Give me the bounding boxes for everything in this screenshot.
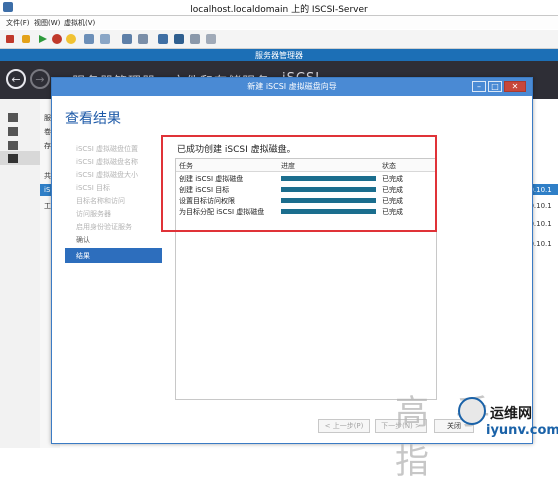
previous-button[interactable]: < 上一步(P)	[318, 419, 370, 433]
snapshot-icon[interactable]	[84, 34, 94, 44]
server-manager-title: 服务器管理器	[255, 51, 303, 60]
site-logo-icon	[458, 397, 486, 425]
site-name: 运维网	[490, 406, 532, 422]
maximize-button[interactable]: □	[488, 81, 502, 92]
subnav-work-folders[interactable]: 工	[44, 201, 51, 211]
clone-icon[interactable]	[138, 34, 148, 44]
step-target-name: 目标名称和访问	[76, 197, 125, 205]
wizard-title: 新建 iSCSI 虚拟磁盘向导	[247, 82, 337, 91]
menu-vm[interactable]: 虚拟机(V)	[64, 18, 95, 28]
site-url: iyunv.com	[486, 423, 558, 438]
play-icon[interactable]	[38, 34, 48, 44]
subnav-volumes[interactable]: 卷	[44, 127, 51, 137]
send-keys-icon[interactable]	[158, 34, 168, 44]
local-server-icon[interactable]	[8, 127, 18, 136]
forward-icon[interactable]: →	[30, 69, 50, 89]
vm-menu-bar: 文件(F) 视图(W) 虚拟机(V)	[0, 16, 558, 29]
page-title: 查看结果	[65, 111, 121, 127]
server-manager-nav	[0, 99, 41, 448]
step-confirmation[interactable]: 确认	[76, 235, 90, 245]
all-servers-icon[interactable]	[8, 141, 18, 150]
step-iscsi-target: iSCSI 目标	[76, 184, 111, 192]
manage-icon[interactable]	[122, 34, 132, 44]
step-access-servers: 访问服务器	[76, 210, 111, 218]
step-results-label: 结果	[76, 252, 90, 260]
menu-file[interactable]: 文件(F)	[6, 18, 30, 28]
wizard-title-bar: 新建 iSCSI 虚拟磁盘向导 – □ ✕	[52, 78, 532, 96]
back-icon[interactable]: ←	[6, 69, 26, 89]
revert-icon[interactable]	[100, 34, 110, 44]
unity-icon[interactable]	[190, 34, 200, 44]
file-storage-icon[interactable]	[8, 154, 18, 163]
subnav-storage[interactable]: 存	[44, 141, 51, 151]
step-authentication: 启用身份验证服务	[76, 223, 132, 231]
dashboard-icon[interactable]	[8, 113, 18, 122]
pause-icon[interactable]	[22, 35, 30, 43]
step-disk-name: iSCSI 虚拟磁盘名称	[76, 158, 139, 166]
minimize-button[interactable]: –	[472, 81, 486, 92]
power-icon[interactable]	[66, 34, 76, 44]
nav-selected-highlight	[0, 151, 40, 165]
stop-icon[interactable]	[6, 35, 14, 43]
subnav-shares[interactable]: 共	[44, 171, 51, 181]
close-icon[interactable]: ✕	[504, 81, 526, 92]
step-disk-size: iSCSI 虚拟磁盘大小	[76, 171, 139, 179]
vm-toolbar	[0, 30, 558, 49]
vm-title-bar: localhost.localdomain 上的 ISCSI-Server	[0, 0, 558, 16]
fullscreen-icon[interactable]	[174, 34, 184, 44]
annotation-highlight-box	[161, 135, 437, 232]
server-manager-title-bar: 服务器管理器	[0, 49, 558, 61]
subnav-servers[interactable]: 服	[44, 113, 51, 123]
step-disk-location: iSCSI 虚拟磁盘位置	[76, 145, 139, 153]
reset-icon[interactable]	[52, 34, 62, 44]
menu-view[interactable]: 视图(W)	[34, 18, 60, 28]
vm-title: localhost.localdomain 上的 ISCSI-Server	[190, 5, 368, 15]
step-results[interactable]: 结果	[65, 248, 162, 263]
console-icon[interactable]	[206, 34, 216, 44]
